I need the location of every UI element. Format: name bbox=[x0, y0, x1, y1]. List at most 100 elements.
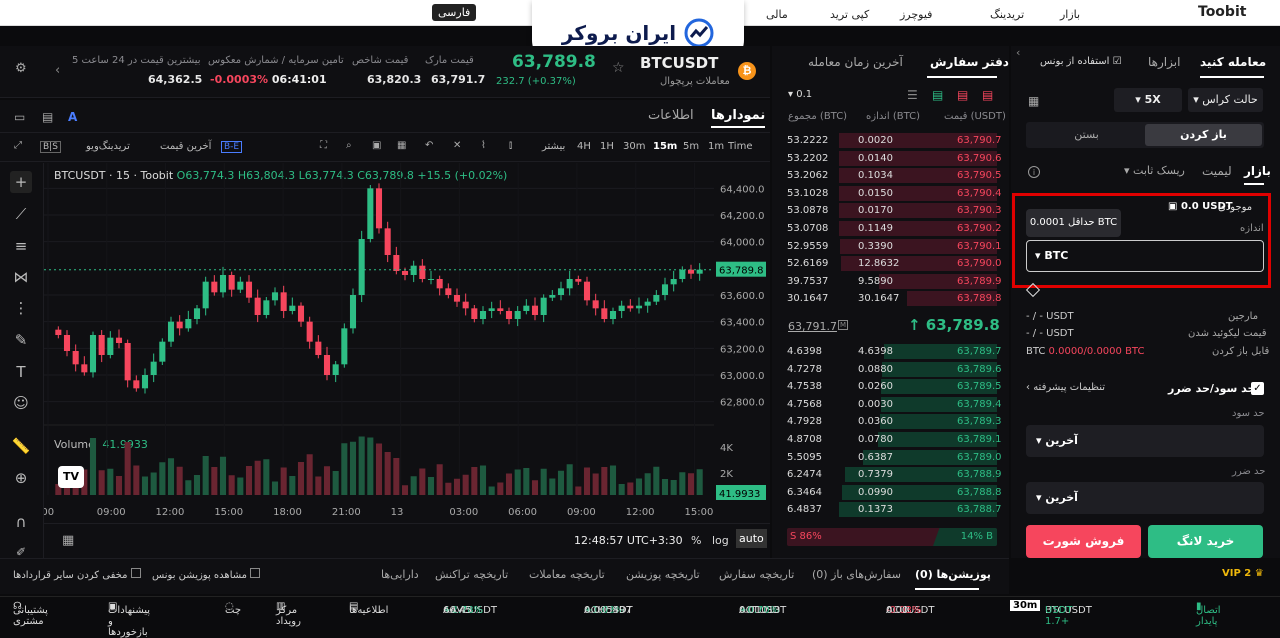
tab-info[interactable]: اطلاعات bbox=[648, 108, 694, 123]
tf-time[interactable]: Time bbox=[728, 141, 752, 152]
layout-icon[interactable]: ▭ bbox=[14, 110, 25, 124]
view-list-icon[interactable]: ☰ bbox=[907, 88, 918, 102]
camera-icon[interactable]: ⌕ bbox=[346, 140, 352, 151]
fullscreen-icon[interactable]: ⛶ bbox=[320, 140, 327, 151]
auto-toggle[interactable]: auto bbox=[736, 529, 767, 548]
tab-position-history[interactable]: تاریخچه پوزیشن bbox=[626, 568, 700, 581]
ask-row[interactable]: 63,790.4 0.0150 53.1028 bbox=[784, 185, 1009, 203]
sl-trigger-select[interactable]: ▾ آخرین bbox=[1036, 491, 1078, 504]
event-center-link[interactable]: مرکز رویداد ▥ bbox=[276, 601, 301, 627]
magnet-icon[interactable]: ∩ bbox=[10, 511, 32, 533]
tab-open-orders[interactable]: سفارش‌های باز (0) bbox=[812, 568, 901, 581]
leverage-select[interactable]: ▾ 5X bbox=[1114, 88, 1182, 112]
tab-tools[interactable]: ابزارها bbox=[1148, 55, 1180, 69]
bid-row[interactable]: 63,789.7 4.6398 4.6398 bbox=[784, 343, 1009, 361]
tf-4h[interactable]: 4H bbox=[577, 141, 591, 152]
collapse-panel-icon[interactable]: ‹ bbox=[1016, 46, 1020, 59]
tab-charts[interactable]: نمودارها bbox=[711, 108, 766, 128]
fib-icon[interactable]: ⋮ bbox=[10, 297, 32, 319]
ask-row[interactable]: 63,790.2 0.1149 53.0708 bbox=[784, 220, 1009, 238]
expand-icon[interactable]: ⤢ bbox=[14, 140, 22, 151]
ask-row[interactable]: 63,790.1 0.3390 52.9559 bbox=[784, 238, 1009, 256]
tf-5m[interactable]: 5m bbox=[683, 141, 699, 152]
advanced-settings[interactable]: ‹ تنظیمات پیشرفته bbox=[1026, 382, 1105, 393]
brush-icon[interactable]: ✎ bbox=[10, 329, 32, 351]
ask-row[interactable]: 63,789.8 30.1647 30.1647 bbox=[784, 290, 1009, 308]
footer-tf-badge[interactable]: 30m bbox=[1010, 600, 1041, 611]
toobit-logo[interactable]: Toobit bbox=[1198, 4, 1246, 20]
view-both-icon[interactable]: ▤ bbox=[982, 88, 993, 102]
tab-order-history[interactable]: تاریخچه سفارش bbox=[719, 568, 794, 581]
view-bids-icon[interactable]: ▤ bbox=[932, 88, 943, 102]
order-type-limit[interactable]: لیمیت bbox=[1202, 164, 1232, 178]
info-icon[interactable]: i bbox=[1028, 166, 1040, 178]
bs-toggle[interactable]: B|S bbox=[40, 141, 61, 153]
order-type-market[interactable]: بازار bbox=[1244, 164, 1271, 178]
indicator-icon[interactable]: ⌇ bbox=[481, 140, 486, 151]
open-position-button[interactable]: باز کردن bbox=[1145, 124, 1262, 146]
margin-mode-select[interactable]: ▾ حالت کراس bbox=[1188, 88, 1263, 112]
bid-row[interactable]: 63,788.8 0.0990 6.3464 bbox=[784, 484, 1009, 502]
save-icon[interactable]: ▣ bbox=[372, 140, 381, 151]
nav-item-trading[interactable]: تریدینگ bbox=[990, 8, 1024, 21]
zoom-in-icon[interactable]: ⊕ bbox=[10, 467, 32, 489]
calculator-icon[interactable]: ▦ bbox=[1028, 94, 1039, 108]
tab-transaction-history[interactable]: تاریخچه تراکنش bbox=[435, 568, 508, 581]
candlestick-chart[interactable]: 64,400.0 64,200.0 64,000.0 63,600.0 63,400.0… bbox=[44, 163, 770, 523]
bonus-toggle[interactable]: استفاده از بونس ☑ bbox=[1040, 56, 1122, 67]
crosshair-icon[interactable]: + bbox=[10, 171, 32, 193]
tradingview-icon[interactable]: A bbox=[68, 110, 77, 124]
pattern-icon[interactable]: ⋈ bbox=[10, 266, 32, 288]
settings-sliders-icon[interactable]: ⚙ bbox=[15, 61, 27, 76]
nav-item-copy[interactable]: کپی ترید bbox=[830, 8, 869, 21]
bid-row[interactable]: 63,789.3 0.0360 4.7928 bbox=[784, 413, 1009, 431]
hide-other-contracts[interactable]: مخفی کردن سایر قراردادها bbox=[13, 568, 141, 581]
favorite-star-icon[interactable]: ☆ bbox=[612, 60, 625, 76]
tp-trigger-select[interactable]: ▾ آخرین bbox=[1036, 434, 1078, 447]
order-type-fixed-risk[interactable]: ▾ ریسک ثابت bbox=[1124, 164, 1185, 177]
buy-long-button[interactable]: خرید لانگ bbox=[1148, 525, 1263, 558]
be-badge[interactable]: B-E bbox=[221, 141, 243, 153]
ruler-icon[interactable]: 📏 bbox=[10, 435, 32, 457]
ask-row[interactable]: 63,789.9 9.5890 39.7537 bbox=[784, 273, 1009, 291]
ask-row[interactable]: 63,790.5 0.1034 53.2062 bbox=[784, 167, 1009, 185]
chat-link[interactable]: چت ◌ bbox=[225, 601, 241, 616]
support-link[interactable]: پشتیبانی مشتری ☊ bbox=[13, 601, 48, 627]
chart-type-select[interactable]: تریدینگ‌ویو bbox=[86, 141, 130, 152]
chevron-left-icon[interactable]: ‹ bbox=[55, 63, 60, 78]
undo-icon[interactable]: ↶ bbox=[425, 140, 433, 151]
precision-select[interactable]: ▾ 0.1 bbox=[788, 89, 812, 100]
log-toggle[interactable]: log bbox=[712, 534, 729, 547]
emoji-icon[interactable]: ☺ bbox=[10, 392, 32, 414]
compare-icon[interactable]: ✕ bbox=[453, 140, 461, 151]
size-unit-select[interactable]: ▾ BTC bbox=[1035, 249, 1068, 262]
tab-orderbook[interactable]: دفتر سفارش bbox=[930, 55, 1009, 69]
hide-others-checkbox[interactable] bbox=[130, 568, 141, 578]
tab-latest-trades[interactable]: آخرین زمان معامله bbox=[808, 55, 903, 69]
ask-row[interactable]: 63,790.0 12.8632 52.6169 bbox=[784, 255, 1009, 273]
nav-item-finance[interactable]: مالی bbox=[766, 8, 788, 21]
more-timeframes[interactable]: بیشتر bbox=[542, 141, 565, 152]
bid-row[interactable]: 63,789.0 0.6387 5.5095 bbox=[784, 449, 1009, 467]
bid-row[interactable]: 63,789.6 0.0880 4.7278 bbox=[784, 361, 1009, 379]
candles-icon[interactable]: ⫾ bbox=[509, 140, 512, 151]
bid-row[interactable]: 63,788.9 0.7379 6.2474 bbox=[784, 466, 1009, 484]
tp-input[interactable]: ▾ آخرین bbox=[1026, 425, 1264, 457]
vip-badge[interactable]: VIP 2 ♛ bbox=[1222, 568, 1264, 579]
view-asks-icon[interactable]: ▤ bbox=[957, 88, 968, 102]
show-bonus-checkbox[interactable] bbox=[250, 568, 261, 578]
tf-1h[interactable]: 1H bbox=[600, 141, 614, 152]
document-icon[interactable]: ▤ bbox=[42, 110, 53, 124]
tf-15m[interactable]: 15m bbox=[653, 141, 677, 152]
trendline-icon[interactable]: ⟋ bbox=[10, 203, 32, 225]
horizontal-lines-icon[interactable]: ≡ bbox=[10, 235, 32, 257]
sell-short-button[interactable]: فروش شورت bbox=[1026, 525, 1141, 558]
language-badge[interactable]: فارسی bbox=[432, 4, 477, 21]
tab-positions[interactable]: پوزیشن‌ها (0) bbox=[915, 568, 991, 581]
nav-item-market[interactable]: بازار bbox=[1060, 8, 1080, 21]
tf-1m[interactable]: 1m bbox=[708, 141, 724, 152]
tab-trade-history[interactable]: تاریخچه معاملات bbox=[529, 568, 605, 581]
ask-row[interactable]: 63,790.6 0.0140 53.2202 bbox=[784, 150, 1009, 168]
template-icon[interactable]: ▦ bbox=[397, 140, 406, 151]
close-position-button[interactable]: بستن bbox=[1028, 124, 1145, 146]
